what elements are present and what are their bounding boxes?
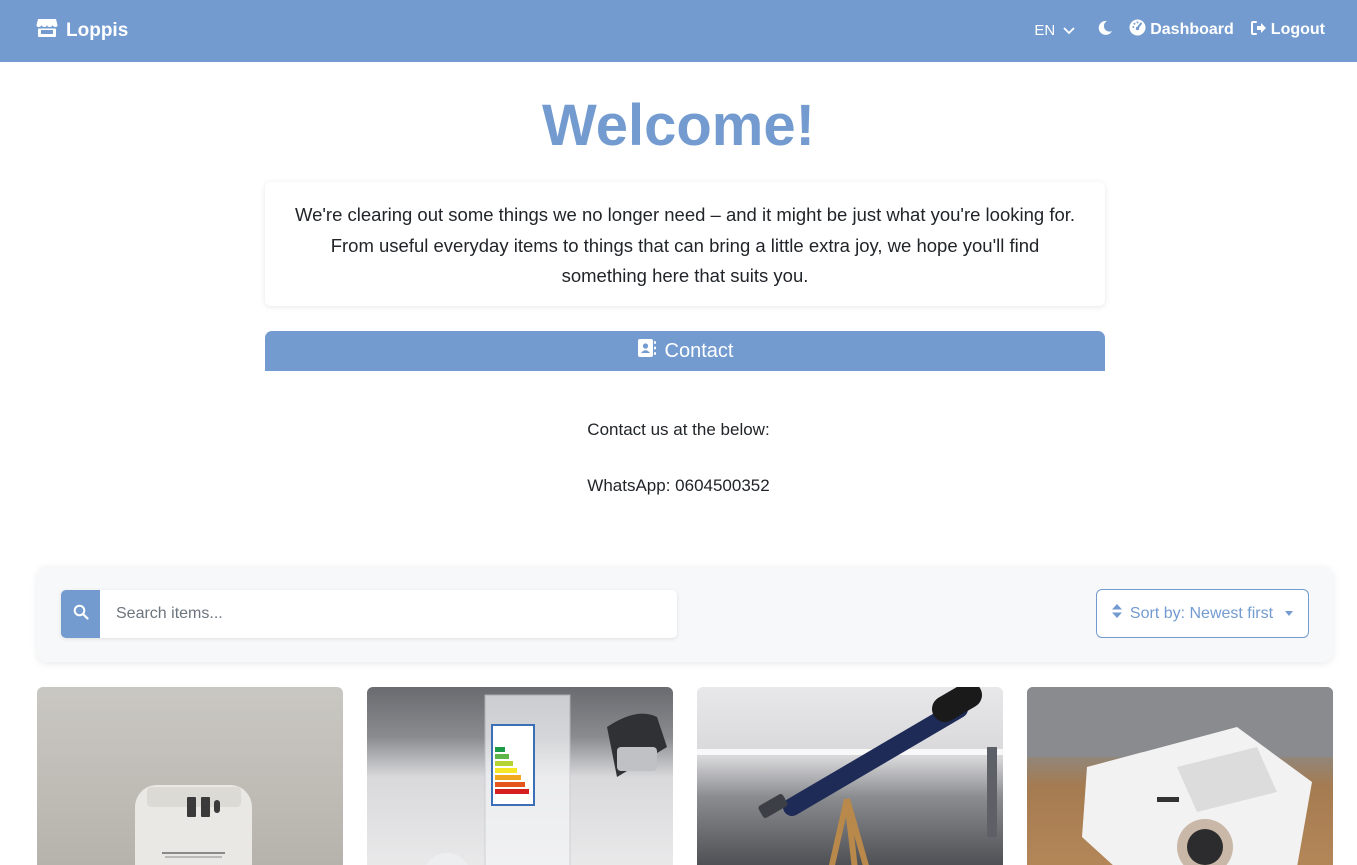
chevron-down-icon [1063, 22, 1075, 39]
moon-icon [1097, 20, 1113, 41]
search-group [61, 590, 677, 638]
whatsapp-number: WhatsApp: 0604500352 [587, 476, 770, 495]
brand-name: Loppis [66, 20, 129, 41]
nav-actions: EN Dashboard Logout [1034, 17, 1325, 43]
item-image [426, 694, 667, 865]
intro-text: We're clearing out some things we no lon… [294, 204, 1076, 286]
top-navbar: Loppis EN Dashboard Logout [0, 0, 1357, 62]
brand-link[interactable]: Loppis [36, 17, 128, 45]
item-card-charger[interactable] [37, 687, 343, 865]
sort-dropdown[interactable]: Sort by: Newest first [1096, 589, 1309, 638]
logout-label: Logout [1270, 21, 1325, 38]
language-label: EN [1034, 21, 1056, 39]
logout-link[interactable]: Logout [1250, 20, 1325, 41]
sort-icon [1111, 604, 1122, 623]
page-title: Welcome! [542, 93, 815, 158]
item-image [135, 785, 252, 865]
item-card-projector[interactable] [1027, 687, 1333, 865]
item-card-telescope[interactable] [697, 687, 1003, 865]
item-image [697, 687, 1003, 865]
search-input[interactable] [100, 590, 677, 638]
intro-card: We're clearing out some things we no lon… [265, 182, 1105, 306]
item-image [1027, 687, 1333, 865]
contact-intro-text: Contact us at the below: [587, 420, 770, 439]
sort-label: Sort by: Newest first [1129, 604, 1274, 622]
search-sort-toolbar: Sort by: Newest first [37, 566, 1333, 662]
gauge-icon [1129, 19, 1146, 41]
contact-card-icon [637, 338, 657, 364]
contact-button-label: Contact [664, 339, 734, 362]
dashboard-link[interactable]: Dashboard [1129, 19, 1234, 41]
caret-down-icon [1285, 611, 1294, 616]
store-icon [36, 18, 58, 44]
search-button[interactable] [61, 590, 100, 638]
theme-toggle[interactable] [1097, 20, 1113, 41]
dashboard-label: Dashboard [1150, 21, 1234, 38]
language-select[interactable]: EN [1034, 22, 1075, 39]
contact-button[interactable]: Contact [265, 331, 1105, 371]
logout-icon [1250, 20, 1267, 41]
search-icon [73, 604, 89, 625]
item-card-bulb[interactable] [367, 687, 673, 865]
